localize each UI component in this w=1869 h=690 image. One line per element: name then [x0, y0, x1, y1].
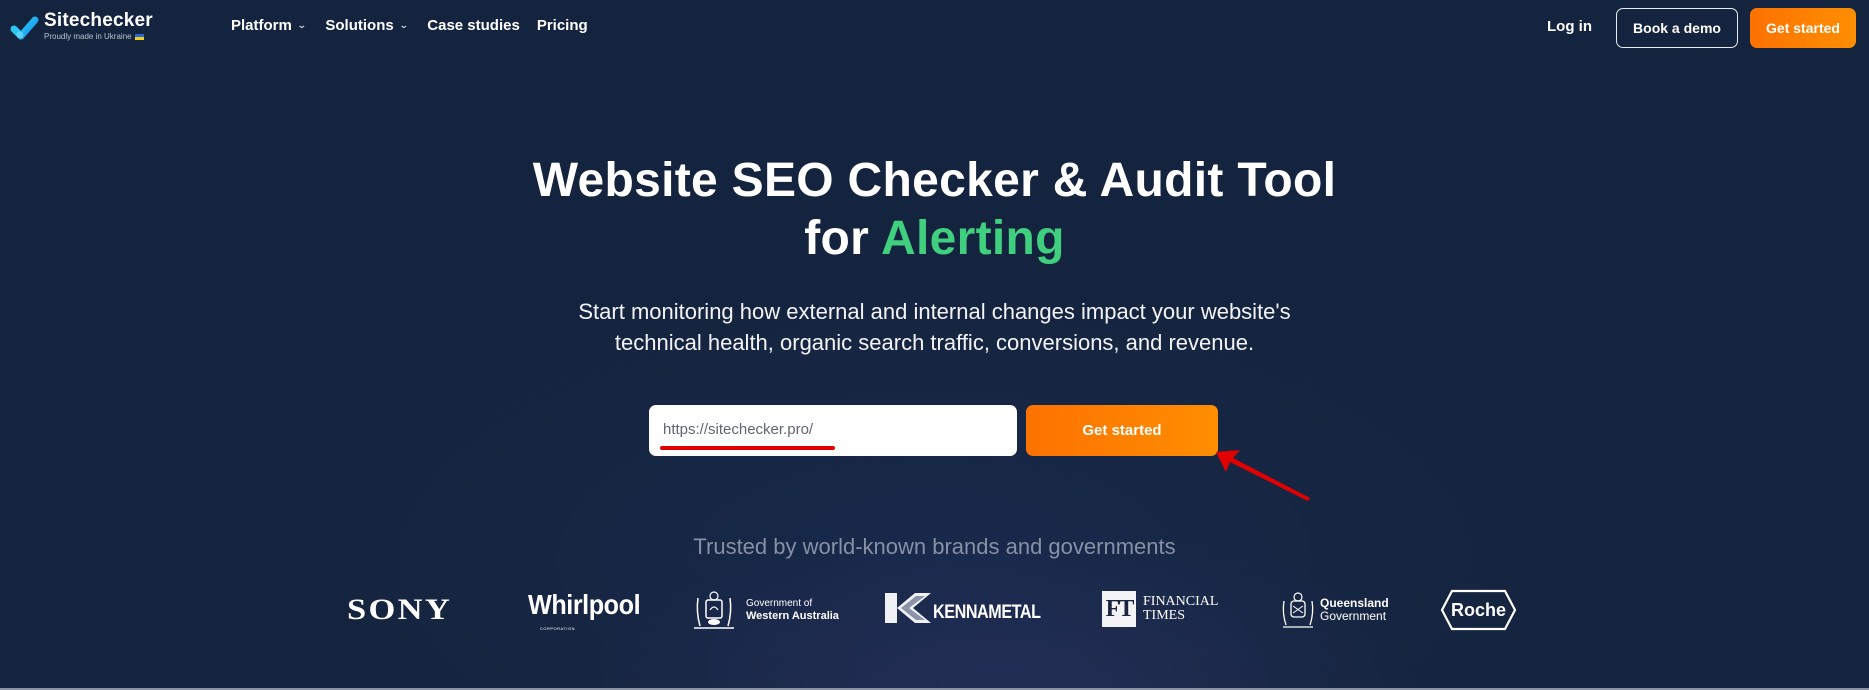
brand-tagline: Proudly made in Ukraine [44, 32, 153, 42]
annotation-underline [660, 446, 835, 450]
page-title: Website SEO Checker & Audit Tool for Ale… [0, 152, 1869, 268]
url-input-container [649, 405, 1017, 456]
nav-item-case-studies[interactable]: Case studies [427, 17, 520, 34]
title-accent: Alerting [881, 212, 1065, 265]
header-get-started-button[interactable]: Get started [1750, 8, 1856, 48]
trusted-heading: Trusted by world-known brands and govern… [693, 534, 1176, 559]
roche-text: Roche [1451, 600, 1506, 620]
nav-label: Solutions [325, 17, 394, 34]
crest-icon [694, 591, 734, 629]
subtitle-line-2: technical health, organic search traffic… [614, 330, 1255, 355]
roche-logo: Roche [1440, 589, 1517, 631]
qld-line-2: Government [1320, 609, 1387, 623]
ukraine-flag-icon [134, 33, 144, 40]
chevron-down-icon: ⌄ [398, 20, 409, 30]
title-prefix: for [804, 212, 881, 265]
main-nav: Platform ⌄ Solutions ⌄ Case studies Pric… [231, 17, 608, 34]
subtitle-line-1: Start monitoring how external and intern… [578, 299, 1291, 324]
chevron-down-icon: ⌄ [296, 20, 307, 30]
qld-line-1: Queensland [1320, 596, 1389, 610]
kennametal-logo: KENNAMETAL [885, 593, 1060, 623]
tagline-text: Proudly made in Ukraine [44, 32, 132, 41]
brand-logos: SONY Whirlpool CORPORATION Government of… [0, 588, 1869, 648]
brand-name: Sitechecker [44, 10, 153, 31]
gov-western-australia-logo: Government of Western Australia [690, 590, 839, 630]
gov-wa-line-1: Government of [746, 597, 813, 609]
whirlpool-sub: CORPORATION [540, 626, 575, 631]
brand-logo[interactable]: Sitechecker Proudly made in Ukraine [8, 10, 153, 42]
nav-item-solutions[interactable]: Solutions ⌄ [325, 17, 409, 34]
kennametal-text: KENNAMETAL [933, 602, 1041, 623]
nav-item-pricing[interactable]: Pricing [537, 17, 588, 34]
ft-line-2: TIMES [1143, 608, 1185, 623]
checkmark-logo-icon [10, 16, 39, 40]
hero-get-started-button[interactable]: Get started [1026, 405, 1218, 456]
gov-wa-line-2: Western Australia [746, 609, 839, 622]
ft-line-1: FINANCIAL [1143, 594, 1219, 609]
crest-icon [1282, 592, 1314, 628]
queensland-government-logo: Queensland Government [1280, 591, 1389, 629]
url-input[interactable] [663, 418, 1003, 440]
title-line-2: for Alerting [0, 210, 1869, 268]
kennametal-k-icon [885, 593, 931, 623]
ft-mark: FT [1102, 591, 1136, 627]
whirlpool-logo: Whirlpool [528, 589, 641, 620]
title-line-1: Website SEO Checker & Audit Tool [532, 154, 1337, 207]
site-header: Sitechecker Proudly made in Ukraine Plat… [0, 0, 1869, 56]
financial-times-logo: FT FINANCIAL TIMES [1102, 591, 1218, 627]
nav-label: Case studies [427, 17, 520, 34]
nav-item-platform[interactable]: Platform ⌄ [231, 17, 307, 34]
login-link[interactable]: Log in [1547, 18, 1592, 35]
nav-label: Platform [231, 17, 292, 34]
nav-label: Pricing [536, 17, 588, 34]
hero-subtitle: Start monitoring how external and intern… [0, 296, 1869, 358]
annotation-arrow-icon [1216, 450, 1310, 501]
sony-logo: SONY [347, 593, 453, 626]
book-demo-button[interactable]: Book a demo [1616, 8, 1738, 48]
